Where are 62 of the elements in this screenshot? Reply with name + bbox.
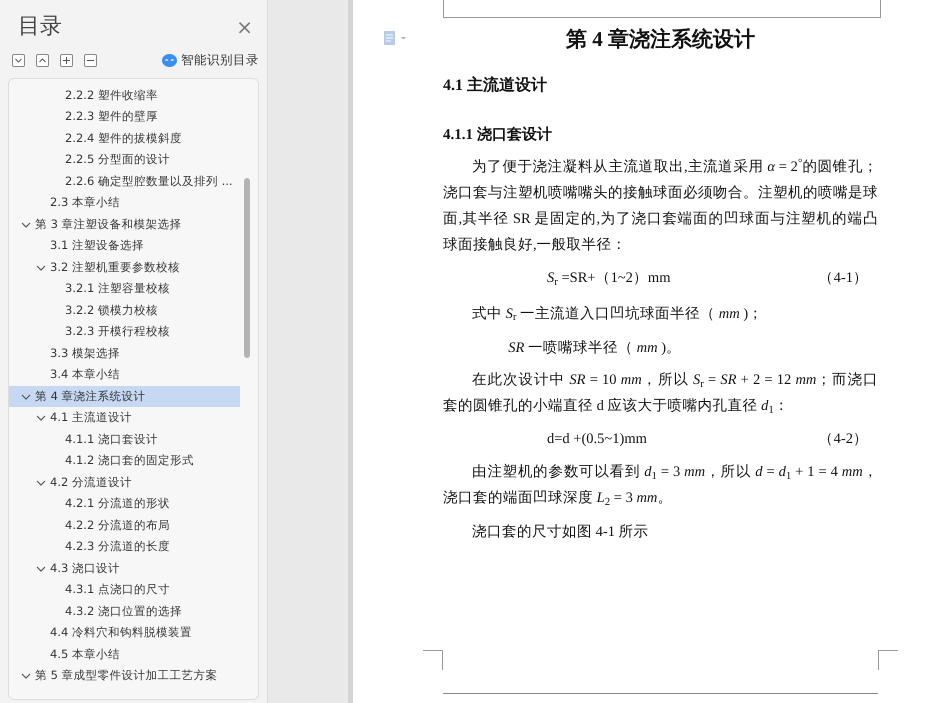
caret-icon[interactable]	[36, 564, 46, 574]
toc-item[interactable]: 4.2.1 分流道的形状	[9, 493, 240, 515]
toc-item[interactable]: 4.4 冷料穴和钩料脱模装置	[9, 622, 240, 644]
equation-number: （4-1）	[818, 269, 868, 288]
toc-item[interactable]: 4.2.3 分流道的长度	[9, 536, 240, 558]
toc-item[interactable]: 4.1 主流道设计	[9, 407, 240, 429]
toc-item[interactable]: 4.2.2 分流道的布局	[9, 514, 240, 536]
crop-mark	[878, 650, 898, 670]
toc-item[interactable]: 4.1.1 浇口套设计	[9, 428, 240, 450]
close-button[interactable]: ×	[230, 16, 259, 36]
toc-item[interactable]: 3.2.1 注塑容量校核	[9, 278, 240, 300]
toc-item[interactable]: 4.1.2 浇口套的固定形式	[9, 450, 240, 472]
toc-item[interactable]: 3.2.2 锁模力校核	[9, 300, 240, 322]
caret-icon[interactable]	[21, 671, 31, 681]
plus-icon	[62, 56, 71, 65]
toc-item[interactable]: 第 3 章注塑设备和模架选择	[9, 214, 240, 236]
panel-title: 目录	[18, 13, 62, 41]
caret-icon[interactable]	[36, 413, 46, 423]
equation-number: （4-2）	[818, 430, 868, 450]
section-heading: 4.1 主流道设计	[443, 75, 548, 96]
paragraph: 在此次设计中 SR = 10 mm，所以 S$_{r}$ = SR + 2 = 12 mm；而浇口套的圆锥孔的小端直径 d 应该大于喷嘴内孔直径 d$_{1}$：	[443, 371, 878, 418]
chapter-heading: 第 4 章浇注系统设计	[565, 26, 756, 53]
toc-item[interactable]: 2.2.3 塑件的壁厚	[9, 106, 240, 128]
equation: d=d +(0.5~1)mm	[547, 430, 647, 450]
toc-item[interactable]: 4.3.1 点浇口的尺寸	[9, 579, 240, 601]
equation: S$_{r}$ =SR+（1~2）mm	[547, 269, 670, 290]
add-button[interactable]	[60, 54, 73, 67]
toc-item[interactable]: 3.1 注塑设备选择	[9, 235, 240, 257]
ai-icon	[162, 54, 177, 67]
toc-item[interactable]: 2.3 本章小结	[9, 192, 240, 214]
toc-item[interactable]: 3.3 模架选择	[9, 342, 240, 364]
paragraph: 为了便于浇注凝料从主流道取出,主流道采用 α = 2$^{°}$的圆锥孔；浇口套与注塑机喷嘴嘴头的接触球面必须吻合。注塑机的喷嘴是球面,其半径 SR 是固定的,为了浇口套端面的凹球面与注塑机的端凸球面接触良好,一般取半径：	[443, 156, 878, 255]
paragraph: 浇口套的尺寸如图 4-1 所示	[471, 523, 650, 542]
toc-item[interactable]: 4.2 分流道设计	[9, 472, 240, 494]
caret-icon[interactable]	[36, 262, 46, 272]
toc-item[interactable]: 2.2.6 确定型腔数量以及排列 ...	[9, 170, 240, 192]
toc-item[interactable]: 2.2.4 塑件的拔模斜度	[9, 128, 240, 150]
expand-all-button[interactable]	[12, 54, 25, 67]
toc-item[interactable]: 2.2.2 塑件收缩率	[9, 84, 240, 106]
scrollbar-thumb[interactable]	[244, 178, 250, 358]
toc-item[interactable]: 4.5 本章小结	[9, 644, 240, 666]
toc-item[interactable]: 3.2.3 开模行程校核	[9, 321, 240, 343]
definition-text: SR 一喷嘴球半径（ mm )。	[508, 338, 682, 358]
toc-item[interactable]: 3.4 本章小结	[9, 364, 240, 386]
remove-button[interactable]	[84, 54, 97, 67]
paragraph: 由注塑机的参数可以看到 d$_{1}$ = 3 mm，所以 d = d$_{1}$ + 1 = 4 mm，浇口套的端面凹球深度 L$_{2}$ = 3 mm。	[443, 462, 878, 510]
toc-item[interactable]: 4.3.2 浇口位置的选择	[9, 600, 240, 622]
chevron-up-icon	[38, 56, 47, 65]
caret-icon[interactable]	[21, 392, 31, 402]
toc-item[interactable]: 3.2 注塑机重要参数校核	[9, 256, 240, 278]
collapse-all-button[interactable]	[36, 54, 49, 67]
chevron-down-icon	[14, 56, 23, 65]
toc-item[interactable]: 第 5 章成型零件设计加工工艺方案	[9, 665, 240, 687]
toc-item[interactable]: 2.2.5 分型面的设计	[9, 149, 240, 171]
subsection-heading: 4.1.1 浇口套设计	[443, 125, 553, 144]
toc-item[interactable]: 第 4 章浇注系统设计	[9, 386, 240, 408]
caret-icon[interactable]	[21, 220, 31, 230]
caret-icon[interactable]	[36, 478, 46, 488]
crop-mark	[423, 650, 443, 670]
smart-toc-button[interactable]: 智能识别目录	[181, 51, 259, 70]
toc-item[interactable]: 4.3 浇口设计	[9, 558, 240, 580]
definition-text: 式中 S$_{r}$ 一主流道入口凹坑球面半径（ mm )；	[472, 304, 764, 326]
